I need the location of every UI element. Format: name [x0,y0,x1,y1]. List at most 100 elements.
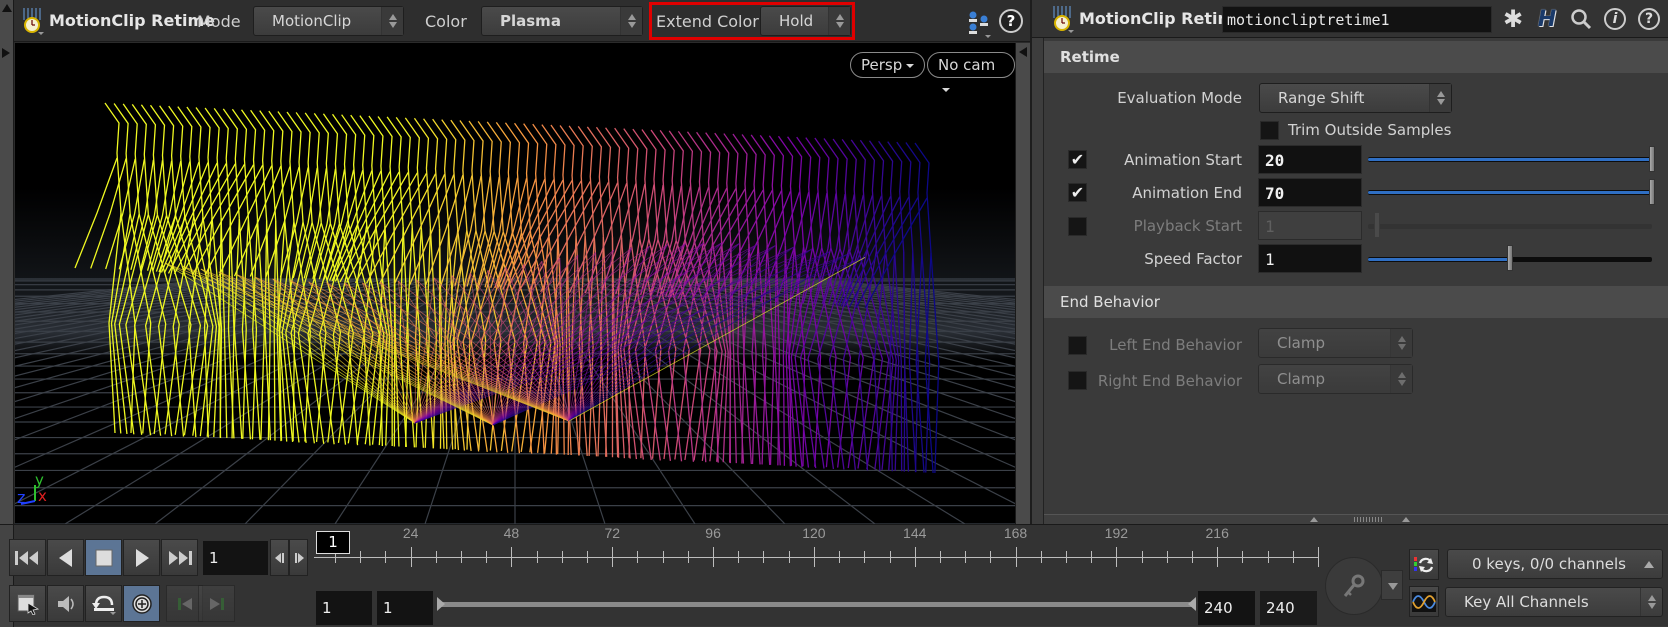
caret-down-icon [906,63,915,68]
timeline-tick-label: 168 [1003,525,1028,541]
node-type-icon[interactable] [20,6,46,36]
timeline-tick [1015,547,1017,567]
pane-bottom-split-bar[interactable] [1044,514,1668,524]
help-icon[interactable]: ? [999,9,1023,33]
speed-factor-slider-handle[interactable] [1507,245,1513,271]
houdini-h-icon[interactable]: H [1534,6,1560,32]
color-label: Color [425,12,467,31]
timeline-tick [1217,547,1219,567]
timeline-tick [1091,551,1093,563]
timeline-tick-label: 48 [503,525,520,541]
evaluation-mode-dropdown[interactable]: Range Shift [1259,83,1452,113]
timeline-tick [461,551,463,563]
node-name-field[interactable]: motioncliptretime1 [1222,6,1492,33]
current-frame-marker[interactable]: 1 [316,531,350,554]
timeline-tick [738,551,740,563]
collapse-left-arrow-icon[interactable] [1019,47,1027,57]
timeline-tick [788,551,790,563]
timeline-tick [1040,551,1042,563]
range-start-field[interactable]: 1 [316,591,372,625]
node-type-icon[interactable] [1050,4,1076,34]
camera-menu-button[interactable]: No cam [927,52,1015,92]
timeline-tick [435,551,437,563]
loop-back-icon [91,595,116,615]
timeline-tick [889,551,891,563]
range-end-field[interactable]: 240 [1260,591,1317,625]
camera-label: No cam [938,56,996,74]
timeline-tick [1191,551,1193,563]
persp-menu-button[interactable]: Persp [850,52,926,78]
expand-right-arrow-icon[interactable] [2,48,10,58]
animation-end-slider-handle[interactable] [1649,179,1655,205]
drag-grip-icon[interactable] [1354,517,1384,522]
next-key-button[interactable] [198,585,235,622]
channel-view-button[interactable] [1409,586,1439,617]
keys-status-dropdown[interactable]: 0 keys, 0/0 channels [1447,549,1663,579]
timeline-tick [939,551,941,563]
scope-channels-button[interactable] [9,585,46,622]
trim-outside-samples-label: Trim Outside Samples [1288,121,1452,139]
mode-dropdown[interactable]: MotionClip [253,6,404,36]
playback-range-start-field[interactable]: 1 [377,591,433,625]
range-end-handle[interactable] [1188,597,1196,611]
realtime-toggle-button[interactable] [85,585,122,622]
key-mode-text: Key All Channels [1464,593,1589,611]
caret-up-icon [1644,561,1654,568]
retime-section-header[interactable]: Retime [1044,41,1668,73]
color-dropdown[interactable]: Plasma [481,6,643,36]
end-behavior-section-header[interactable]: End Behavior [1044,286,1668,318]
animation-end-slider[interactable] [1368,190,1652,195]
timeline-tick [561,551,563,563]
animation-start-field[interactable]: 20 [1258,145,1362,174]
viewport-right-gutter[interactable] [1015,43,1030,524]
timeline-tick [990,551,992,563]
refresh-keys-button[interactable] [1409,549,1439,580]
animation-start-label: Animation Start [1124,151,1242,169]
animation-start-slider[interactable] [1368,157,1652,162]
slider-fill [1368,158,1652,161]
info-icon[interactable]: i [1602,6,1628,32]
timeline-tick [637,551,639,563]
refresh-channels-icon [1414,556,1434,572]
timeline-tick [360,551,362,563]
trim-outside-samples-checkbox[interactable] [1260,121,1279,140]
set-key-button[interactable] [1325,557,1383,615]
key-options-dropdown[interactable] [1381,570,1403,600]
timeline-tick-label: 144 [903,525,927,541]
3d-viewport[interactable]: Persp No cam y x z [15,43,1015,524]
gear-icon[interactable]: ✱ [1500,5,1526,33]
timeline-tick [813,547,815,567]
global-animation-options-button[interactable] [123,585,160,622]
timeline-tick [763,551,765,563]
slider-fill [1368,258,1510,261]
timeline[interactable]: 24 48 72 96 120 144 168 192 216 1 [0,525,1330,575]
updown-arrows-icon [620,7,642,35]
key-mode-dropdown[interactable]: Key All Channels [1445,587,1663,617]
audio-button[interactable] [47,585,84,622]
range-start-handle[interactable] [437,597,445,611]
highlight-box [649,2,855,40]
animation-end-field[interactable]: 70 [1258,178,1362,207]
updown-arrows-icon [1640,588,1662,616]
collapse-up-arrow-icon[interactable] [1402,517,1410,522]
range-slider[interactable] [440,602,1192,607]
playback-range-end-field[interactable]: 240 [1198,591,1255,625]
speed-factor-field[interactable]: 1 [1258,244,1362,273]
collapse-up-arrow-icon[interactable] [2,4,12,12]
timeline-tick [1116,547,1118,567]
display-options-icon[interactable] [965,8,993,38]
timeline-tick-label: 192 [1104,525,1129,541]
pane-split-handle[interactable] [1032,38,1044,524]
animation-start-slider-handle[interactable] [1649,146,1655,172]
search-icon[interactable] [1568,6,1594,32]
viewport-canvas [15,102,1015,524]
timeline-tick [914,547,916,567]
timeline-tick [839,551,841,563]
left-pane-collapse-gutter[interactable] [0,0,14,524]
collapse-up-arrow-icon[interactable] [1310,517,1318,522]
timeline-tick-label: 72 [604,525,621,541]
help-icon[interactable]: ? [1636,6,1662,32]
caret-down-icon [1388,583,1398,590]
timeline-tick-label: 120 [802,525,826,541]
color-value: Plasma [500,12,561,30]
